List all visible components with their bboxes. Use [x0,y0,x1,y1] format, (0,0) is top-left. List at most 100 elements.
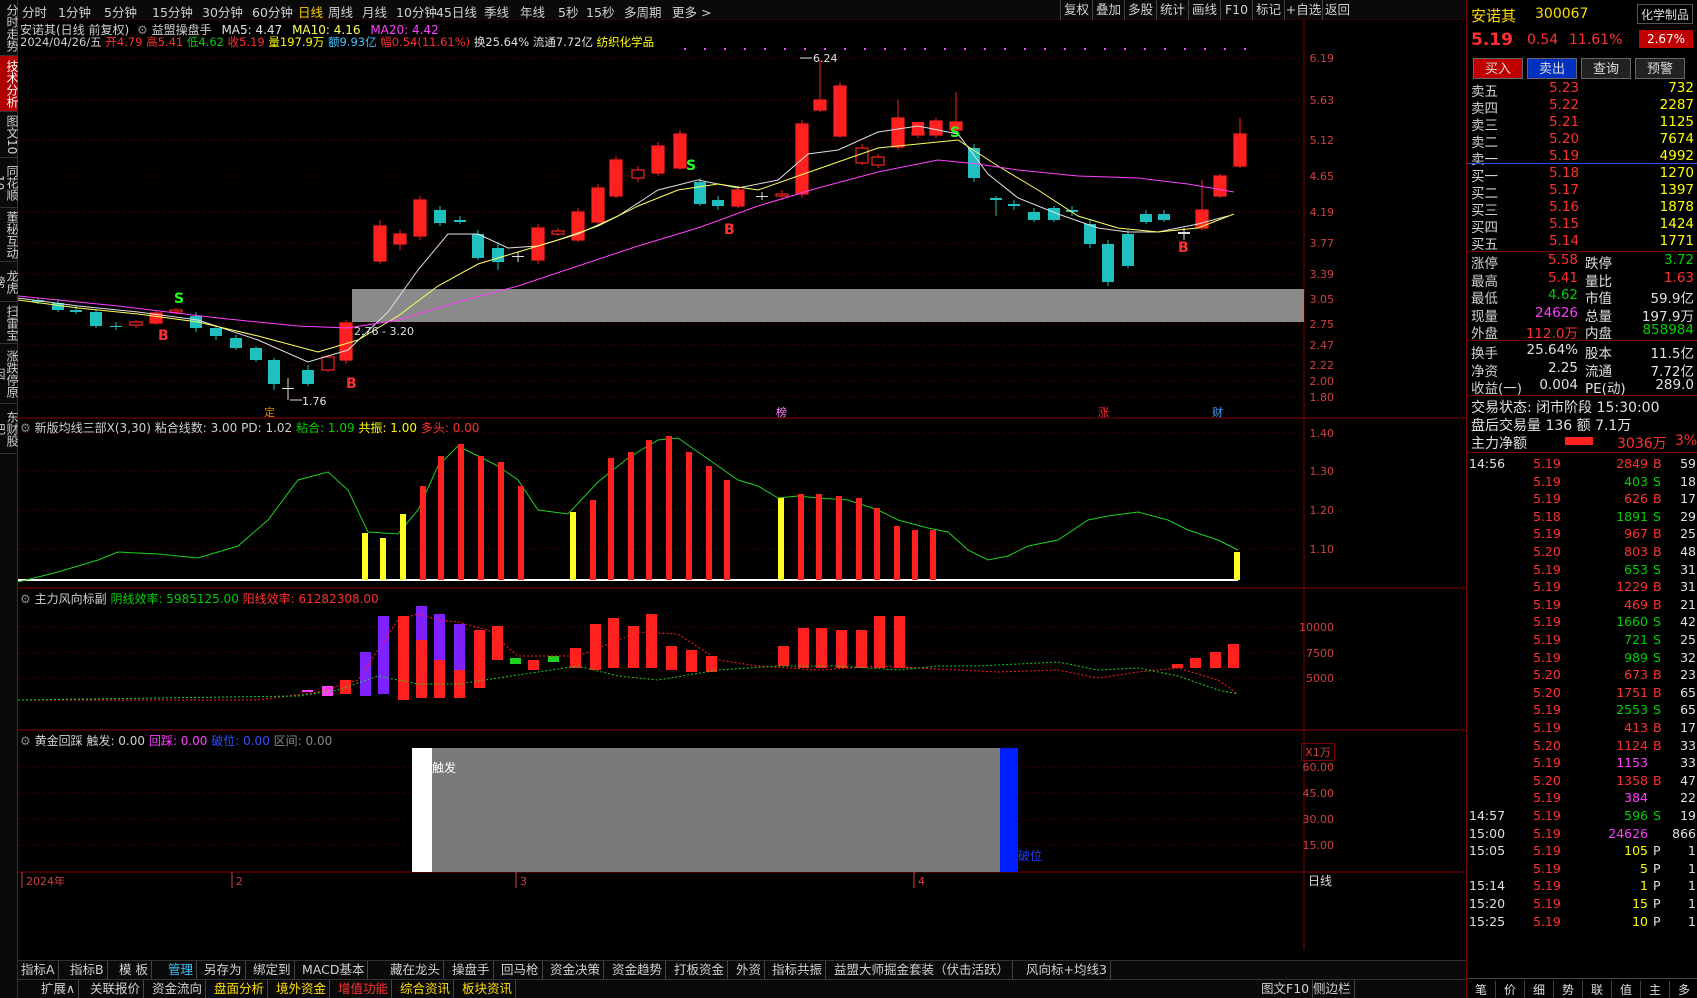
bid-row[interactable]: 买一 5.18 1270 [1467,165,1697,185]
function-tab[interactable]: 关联报价 [87,980,145,998]
left-tab[interactable]: 同花顺10 [0,158,19,208]
ask-row[interactable]: 卖三 5.21 1125 [1467,114,1697,134]
left-tab[interactable]: 董秘互动 [0,208,19,262]
period-tab[interactable]: 10分钟 [396,2,437,21]
indicator-tab[interactable]: 指标B [67,961,108,979]
bid-row[interactable]: 买三 5.16 1878 [1467,199,1697,219]
toolbar-button[interactable]: 复权 [1060,0,1092,20]
indicator-tab[interactable]: 藏在龙头 [387,961,445,979]
ask-row[interactable]: 卖五 5.23 732 [1467,80,1697,100]
toolbar-button[interactable]: 画线 [1188,0,1220,20]
function-tab[interactable]: 盘面分析 [211,980,269,998]
candle-body-fill [572,212,584,240]
period-tab[interactable]: 分时 [22,2,47,21]
right-tab[interactable]: 主 [1641,981,1670,998]
trade-button[interactable]: 买入 [1473,58,1523,79]
toolbar-button[interactable]: 标记 [1252,0,1284,20]
toolbar-button[interactable]: 返回 [1322,0,1352,20]
gear-icon[interactable]: ⚙ [20,734,31,748]
right-tab[interactable]: 势 [1554,981,1583,998]
kline-chart-svg[interactable]: 6.19 5.63 5.12 4.65 4.19 3.77 3.39 3.05 2.75 2.47… [17,20,1466,950]
left-tab[interactable]: 分时走势 [0,0,19,56]
left-tab[interactable]: 龙虎榜 [0,262,19,302]
toolbar-button[interactable]: F10 [1220,0,1252,20]
period-tab[interactable]: 月线 [362,2,387,21]
period-tab[interactable]: 季线 [484,2,509,21]
toolbar-button[interactable]: 叠加 [1092,0,1124,20]
indicator-tab[interactable]: 资金决策 [547,961,605,979]
panel3-title[interactable]: 主力风向标副 [35,592,107,606]
tick-direction: S [1653,632,1661,647]
period-tab[interactable]: 60分钟 [252,2,293,21]
left-tab[interactable]: 东财股吧 [0,404,19,454]
indicator-tab[interactable]: MACD基本 [299,961,369,979]
indicator-tab[interactable]: 操盘手 [449,961,494,979]
indicator-tab[interactable]: 模 板 [116,961,152,979]
right-tab[interactable]: 笔 [1467,981,1496,998]
bid-row[interactable]: 买五 5.14 1771 [1467,233,1697,253]
period-tab[interactable]: 更多 > [672,2,711,21]
indicator-tab[interactable]: 外资 [733,961,766,979]
indicator-tab[interactable]: 绑定到 [250,961,295,979]
left-tab[interactable]: 技术分析 [0,56,19,112]
gear-icon[interactable]: ⚙ [20,421,31,435]
marker-dot [804,48,806,50]
period-tab[interactable]: 周线 [328,2,353,21]
panel3-bar [666,646,677,670]
period-tab[interactable]: 多周期 [624,2,662,21]
indicator-tab[interactable]: 指标A [18,961,59,979]
right-tab[interactable]: 细 [1525,981,1554,998]
function-tab[interactable]: 资金流向 [149,980,207,998]
indicator-tab[interactable]: 益盟大师掘金套装（伏击活跃） [831,961,1014,979]
ask-row[interactable]: 卖四 5.22 2287 [1467,97,1697,117]
trade-button[interactable]: 查询 [1581,58,1631,79]
period-tab[interactable]: 45日线 [436,2,477,21]
right-tab[interactable]: 多 [1670,981,1697,998]
bid-row[interactable]: 买二 5.17 1397 [1467,182,1697,202]
candle-body-fill [1214,176,1226,196]
panel2-bar [590,500,596,580]
bid-row[interactable]: 买四 5.15 1424 [1467,216,1697,236]
gear-icon[interactable]: ⚙ [20,592,31,606]
indicator-tab[interactable]: 风向标+均线3 [1023,961,1111,979]
right-tab[interactable]: 价 [1496,981,1525,998]
function-tab[interactable]: 板块资讯 [459,980,517,998]
trade-button[interactable]: 卖出 [1527,58,1577,79]
range-annotation: 2.76 - 3.20 [354,325,414,338]
indicator-tab[interactable]: 另存为 [201,961,246,979]
function-tab[interactable]: 增值功能 [335,980,393,998]
indicator-tab[interactable]: 管理 [165,961,198,979]
panel4-title[interactable]: 黄金回踩 [35,734,83,748]
chart-area[interactable]: 6.19 5.63 5.12 4.65 4.19 3.77 3.39 3.05 2.75 2.47… [17,20,1466,950]
left-tab[interactable]: 图文10 [0,112,19,158]
trade-button[interactable]: 预警 [1635,58,1685,79]
indicator-tab[interactable]: 打板资金 [671,961,729,979]
function-tab[interactable]: 综合资讯 [397,980,455,998]
indicator-tab[interactable]: 回马枪 [498,961,543,979]
toolbar-button[interactable]: 统计 [1156,0,1188,20]
period-tab[interactable]: 30分钟 [202,2,243,21]
ask-row[interactable]: 卖二 5.20 7674 [1467,131,1697,151]
sector-tag[interactable]: 化学制品 [1637,4,1693,24]
function-tab[interactable]: 扩展∧ [38,980,80,998]
period-tab[interactable]: 15秒 [586,2,614,21]
tick-row: 5.19 2553 S 65 [1467,702,1697,719]
period-tab[interactable]: 年线 [520,2,545,21]
function-tab[interactable]: 境外资金 [273,980,331,998]
indicator-tab[interactable]: 指标共振 [769,961,827,979]
right-tab[interactable]: 联 [1583,981,1612,998]
indicator-tab[interactable]: 资金趋势 [609,961,667,979]
period-tab[interactable]: 15分钟 [152,2,193,21]
left-tab[interactable]: 扫雷宝 [0,302,19,344]
period-tab[interactable]: 日线 [298,2,323,21]
right-tab[interactable]: 值 [1612,981,1641,998]
f10-button[interactable]: 图文F10 [1258,980,1314,998]
sidebar-button[interactable]: 侧边栏 [1310,980,1355,998]
panel2-title[interactable]: 新版均线三部X(3,30) [35,421,151,435]
left-tab[interactable]: 涨跌停原因 [0,344,19,404]
period-tab[interactable]: 5分钟 [104,2,137,21]
period-tab[interactable]: 5秒 [558,2,578,21]
toolbar-button[interactable]: 多股 [1124,0,1156,20]
period-tab[interactable]: 1分钟 [58,2,91,21]
toolbar-button[interactable]: +自选 [1284,0,1322,20]
